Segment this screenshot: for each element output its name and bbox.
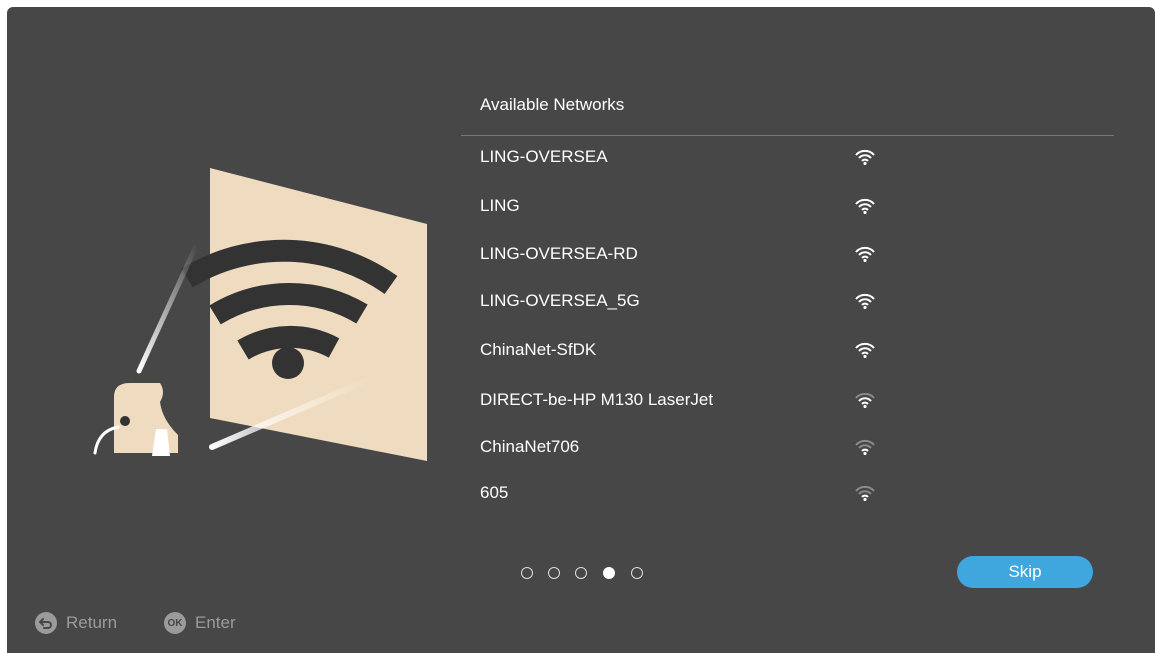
- wifi-signal-icon: [855, 246, 875, 262]
- light-beam-upper: [136, 241, 200, 374]
- page-dot-3[interactable]: [575, 567, 587, 579]
- wifi-signal-icon: [855, 293, 875, 309]
- skip-button[interactable]: Skip: [957, 556, 1093, 588]
- return-arrow-icon: [35, 612, 57, 634]
- wifi-setup-screen: Available Networks LING-OVERSEA LING LIN…: [7, 7, 1155, 653]
- available-networks-title: Available Networks: [480, 95, 625, 114]
- enter-hint-label: Enter: [195, 613, 236, 632]
- network-list[interactable]: LING-OVERSEA LING LING-OVERSEA-RD LING-O…: [461, 135, 1114, 543]
- page-dot-4-active[interactable]: [603, 567, 615, 579]
- wifi-signal-icon: [855, 439, 875, 455]
- network-name: LING-OVERSEA-RD: [480, 244, 638, 263]
- enter-hint[interactable]: OK Enter: [164, 611, 236, 635]
- projector-wifi-illustration: [93, 168, 427, 461]
- projection-screen: [210, 168, 427, 461]
- page-dot-5[interactable]: [631, 567, 643, 579]
- network-item[interactable]: LING-OVERSEA-RD: [461, 232, 1114, 278]
- network-item[interactable]: DIRECT-be-HP M130 LaserJet: [461, 378, 1114, 424]
- wifi-signal-icon: [855, 149, 875, 165]
- wifi-signal-icon: [855, 198, 875, 214]
- network-item[interactable]: LING: [461, 184, 1114, 230]
- network-item[interactable]: ChinaNet-SfDK: [461, 328, 1114, 374]
- network-item[interactable]: 605: [461, 471, 1114, 517]
- network-name: ChinaNet-SfDK: [480, 340, 597, 359]
- network-name: LING-OVERSEA: [480, 147, 608, 166]
- network-name: ChinaNet706: [480, 437, 580, 456]
- return-hint-label: Return: [66, 613, 118, 632]
- wifi-signal-icon: [855, 485, 875, 501]
- wifi-signal-icon: [855, 392, 875, 408]
- wifi-signal-icon: [855, 342, 875, 358]
- network-item[interactable]: ChinaNet706: [461, 425, 1114, 471]
- page-dot-1[interactable]: [521, 567, 533, 579]
- projector-lens: [120, 416, 130, 426]
- page-dot-2[interactable]: [548, 567, 560, 579]
- ok-button-icon: OK: [164, 612, 186, 634]
- network-item[interactable]: LING-OVERSEA: [461, 135, 1114, 181]
- return-hint[interactable]: Return: [35, 611, 117, 635]
- network-name: 605: [480, 483, 509, 502]
- network-name: DIRECT-be-HP M130 LaserJet: [480, 390, 714, 409]
- network-name: LING: [480, 196, 520, 215]
- network-name: LING-OVERSEA_5G: [480, 291, 640, 310]
- wifi-dot: [272, 347, 304, 379]
- network-item[interactable]: LING-OVERSEA_5G: [461, 279, 1114, 325]
